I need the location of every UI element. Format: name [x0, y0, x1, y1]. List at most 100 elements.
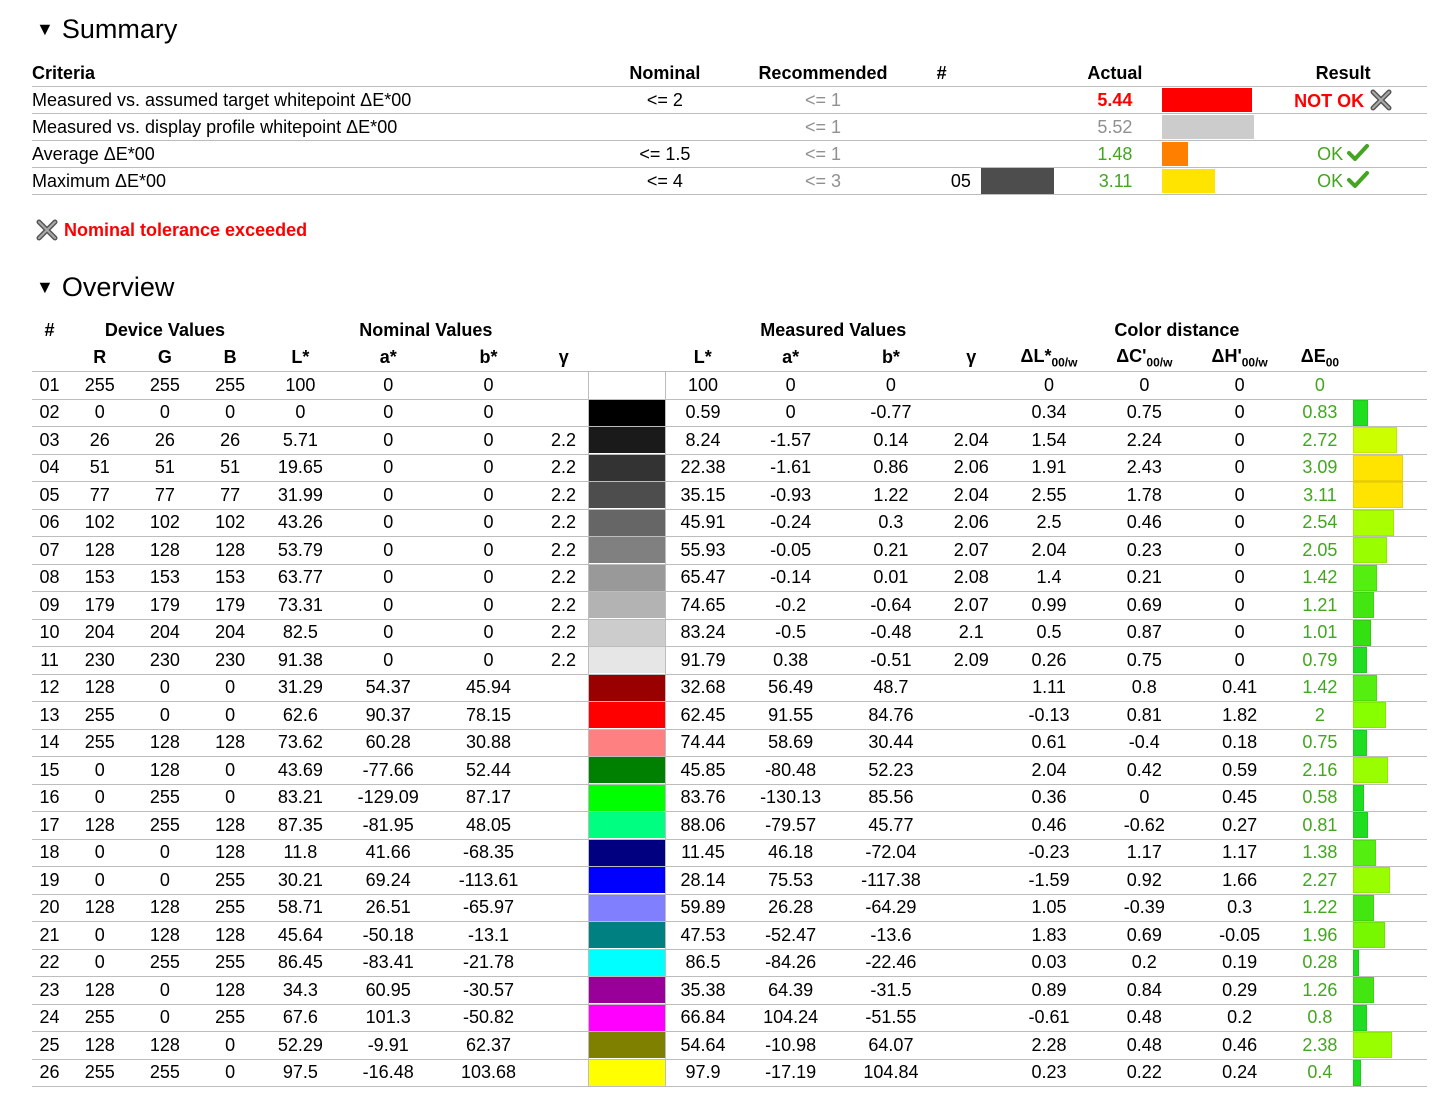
- cell-dl: 1.4: [1001, 564, 1097, 592]
- cell-gamma: [538, 866, 589, 895]
- delta-e-bar-cell: [1352, 674, 1427, 702]
- nominal-cell: [586, 113, 744, 141]
- actual-bar-cell: [1162, 167, 1260, 195]
- summary-section-toggle[interactable]: ▼ Summary: [36, 14, 177, 45]
- cell-dc: 0.48: [1096, 1004, 1192, 1032]
- cell-dc: 0.8: [1096, 674, 1192, 702]
- cell-mg: [941, 784, 1002, 812]
- cell-gamma: 2.2: [538, 454, 589, 482]
- cell-mb: 0.14: [840, 426, 942, 455]
- cell-b: 26: [197, 426, 263, 455]
- cell-a: -9.91: [338, 1031, 439, 1060]
- cell-l: 62.6: [262, 701, 339, 730]
- cell-n: 14: [32, 729, 68, 757]
- table-row: 16 0 255 0 83.21 -129.09 87.17 83.76 -130.13 85.5…: [32, 784, 1427, 812]
- cell-g: 51: [132, 454, 198, 482]
- cell-bb: 0: [438, 399, 539, 427]
- cell-dh: 0: [1191, 646, 1288, 675]
- cell-ml: 8.24: [665, 426, 741, 455]
- table-row: 01 255 255 255 100 0 0 100 0 0 0 0 0 0: [32, 371, 1427, 400]
- color-swatch: [588, 1059, 666, 1087]
- cell-gamma: 2.2: [538, 509, 589, 537]
- delta-e-bar-cell: [1352, 729, 1427, 757]
- cell-mb: 45.77: [840, 811, 942, 840]
- cell-r: 230: [67, 646, 133, 675]
- cell-de: 0.8: [1287, 1004, 1353, 1032]
- cell-ma: -0.24: [740, 509, 841, 537]
- cell-g: 128: [132, 729, 198, 757]
- color-swatch: [588, 729, 666, 757]
- color-swatch: [588, 426, 666, 455]
- cell-n: 05: [32, 481, 68, 510]
- nominal-b-header: b*: [438, 344, 539, 372]
- delta-e-bar: [1352, 537, 1387, 564]
- nominal-cell: <= 2: [586, 86, 744, 114]
- cell-b: 0: [197, 674, 263, 702]
- cell-r: 204: [67, 619, 133, 647]
- summary-table: Criteria Nominal Recommended # Actual Re…: [32, 60, 1427, 195]
- cell-ml: 28.14: [665, 866, 741, 895]
- delta-e-bar: [1352, 564, 1377, 591]
- cell-r: 0: [67, 949, 133, 977]
- cell-g: 255: [132, 949, 198, 977]
- cell-mg: 2.07: [941, 591, 1002, 620]
- cell-mb: -0.48: [840, 619, 942, 647]
- result-cell: NOT OK: [1259, 86, 1427, 114]
- cell-dl: 2.28: [1001, 1031, 1097, 1060]
- g-header: G: [132, 344, 198, 372]
- cell-dc: 2.24: [1096, 426, 1192, 455]
- cell-mb: 0.21: [840, 536, 942, 565]
- cell-n: 01: [32, 371, 68, 400]
- criteria-cell: Average ΔE*00: [32, 140, 587, 168]
- cell-dh: 0.19: [1191, 949, 1288, 977]
- cell-a: 0: [338, 454, 439, 482]
- actual-bar-cell: [1162, 86, 1260, 114]
- cell-mb: 1.22: [840, 481, 942, 510]
- cell-bb: 0: [438, 481, 539, 510]
- nominal-a-header: a*: [338, 344, 439, 372]
- delta-l-header: ΔL*00/w: [1001, 344, 1097, 372]
- cell-a: 60.95: [338, 976, 439, 1005]
- recommended-cell: <= 1: [743, 113, 903, 141]
- cell-ml: 65.47: [665, 564, 741, 592]
- cell-l: 73.62: [262, 729, 339, 757]
- cell-l: 82.5: [262, 619, 339, 647]
- delta-e-bar: [1352, 977, 1374, 1004]
- cell-mg: [941, 811, 1002, 840]
- cell-r: 179: [67, 591, 133, 620]
- cell-bb: -65.97: [438, 894, 539, 922]
- cell-n: 18: [32, 839, 68, 867]
- cell-ml: 54.64: [665, 1031, 741, 1060]
- cell-bb: -68.35: [438, 839, 539, 867]
- cell-de: 0.28: [1287, 949, 1353, 977]
- cell-gamma: 2.2: [538, 646, 589, 675]
- cell-mg: [941, 949, 1002, 977]
- cell-mg: [941, 1059, 1002, 1087]
- cell-bb: 87.17: [438, 784, 539, 812]
- recommended-header: Recommended: [743, 60, 903, 87]
- cell-dl: 1.05: [1001, 894, 1097, 922]
- patch-number-cell: [902, 86, 981, 114]
- cell-g: 128: [132, 894, 198, 922]
- patch-swatch-cell: [980, 167, 1054, 195]
- cell-mg: 2.08: [941, 564, 1002, 592]
- cell-l: 53.79: [262, 536, 339, 565]
- measured-b-header: b*: [840, 344, 942, 372]
- table-row: 18 0 0 128 11.8 41.66 -68.35 11.45 46.18 -72.04 -0…: [32, 839, 1427, 867]
- cell-mg: [941, 866, 1002, 895]
- cell-a: 0: [338, 426, 439, 455]
- actual-cell: 5.44: [1053, 86, 1163, 114]
- actual-bar-cell: [1162, 113, 1260, 141]
- color-swatch: [588, 866, 666, 895]
- cell-bb: -50.82: [438, 1004, 539, 1032]
- cell-g: 153: [132, 564, 198, 592]
- cell-ma: -0.93: [740, 481, 841, 510]
- overview-section-toggle[interactable]: ▼ Overview: [36, 272, 174, 303]
- table-row: 17 128 255 128 87.35 -81.95 48.05 88.06 -79.57 45…: [32, 811, 1427, 840]
- cell-mb: 0: [840, 371, 942, 400]
- cell-mb: 0.86: [840, 454, 942, 482]
- cell-dc: 0.84: [1096, 976, 1192, 1005]
- table-row: 13 255 0 0 62.6 90.37 78.15 62.45 91.55 84.76 -0.1…: [32, 701, 1427, 730]
- cell-mg: 2.04: [941, 481, 1002, 510]
- cell-ml: 45.85: [665, 756, 741, 785]
